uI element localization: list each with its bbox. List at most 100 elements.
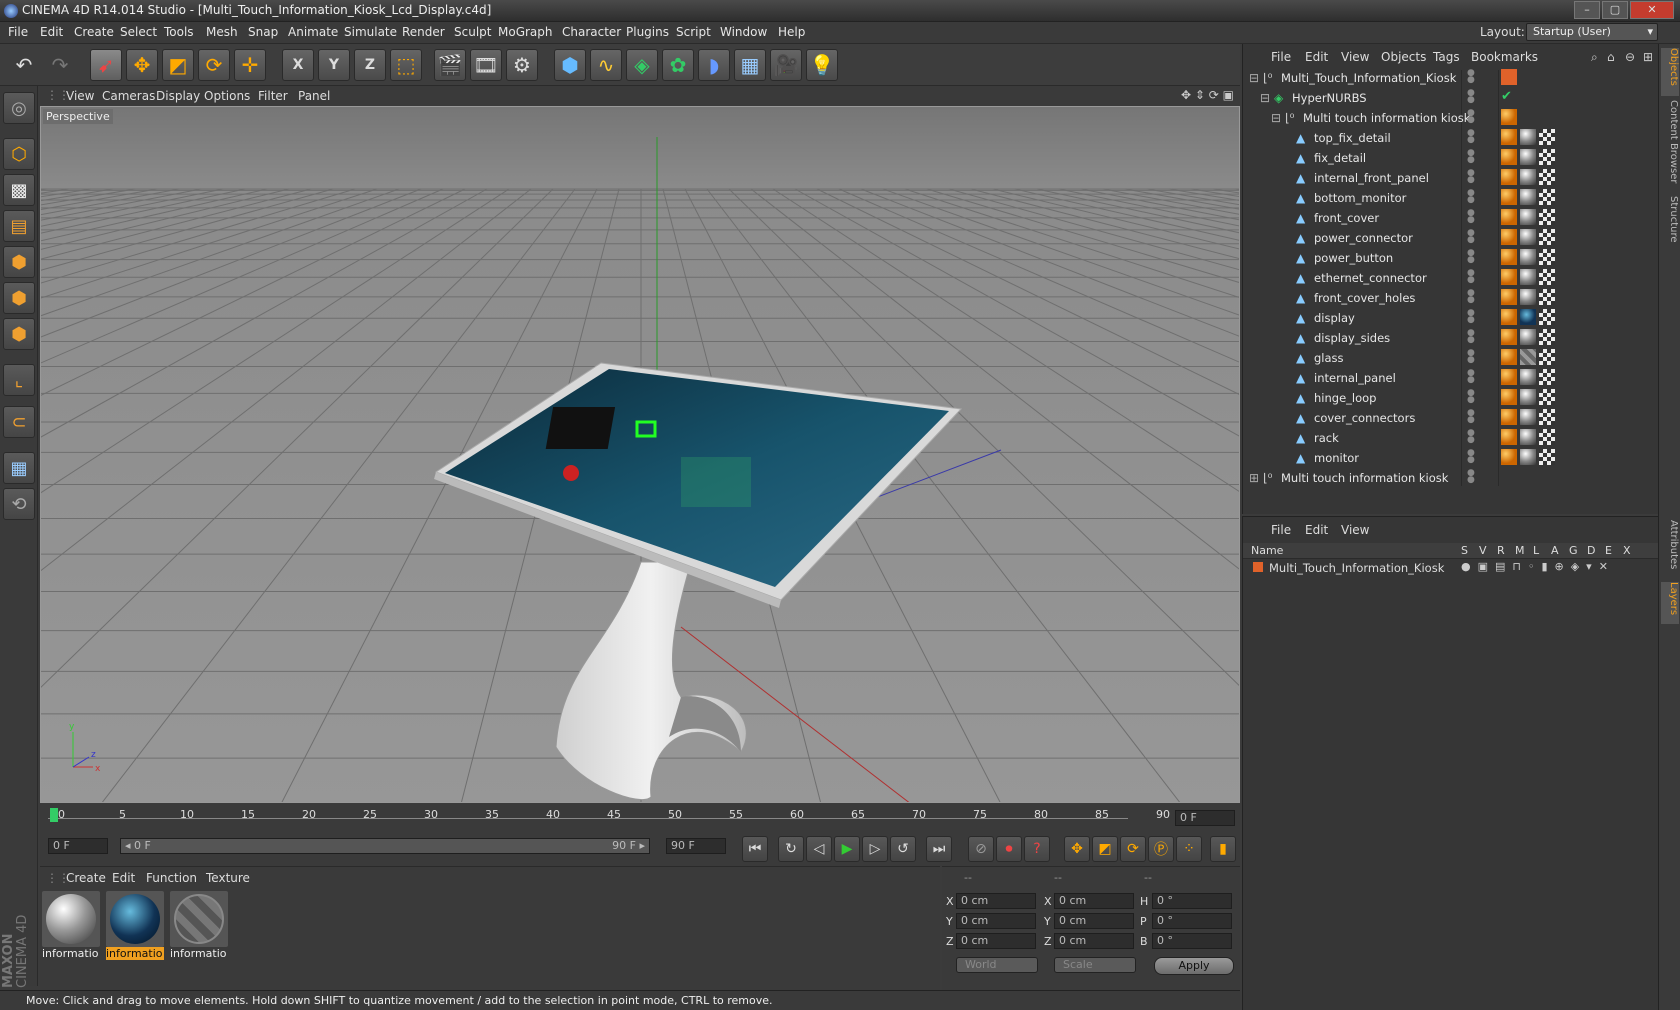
last-tool-icon[interactable]: ✛: [234, 49, 266, 81]
home-icon[interactable]: ⌂: [1607, 50, 1615, 64]
phong-tag-icon[interactable]: [1501, 209, 1517, 225]
array-icon[interactable]: ✿: [662, 49, 694, 81]
visibility-dots-icon[interactable]: ● ●: [1467, 349, 1475, 365]
menu-mesh[interactable]: Mesh: [206, 25, 238, 39]
object-tree-row[interactable]: ▲ front_cover_holes ● ●: [1243, 288, 1659, 308]
rotate-tool-icon[interactable]: ⟳: [198, 49, 230, 81]
uvw-tag-icon[interactable]: [1539, 249, 1555, 265]
uvw-tag-icon[interactable]: [1539, 309, 1555, 325]
scale-tool-icon[interactable]: ◩: [162, 49, 194, 81]
menu-animate[interactable]: Animate: [288, 25, 338, 39]
object-name[interactable]: display: [1314, 311, 1355, 325]
pos-x-field[interactable]: 0 cm: [956, 893, 1036, 909]
uvw-tag-icon[interactable]: [1539, 209, 1555, 225]
viewport-menu-display[interactable]: Display: [156, 89, 200, 103]
phong-tag-icon[interactable]: [1501, 249, 1517, 265]
redo-icon[interactable]: ↷: [44, 49, 76, 81]
uvw-tag-icon[interactable]: [1539, 329, 1555, 345]
phong-tag-icon[interactable]: [1501, 129, 1517, 145]
object-tree-row[interactable]: ▲ glass ● ●: [1243, 348, 1659, 368]
object-tree-row[interactable]: ▲ display_sides ● ●: [1243, 328, 1659, 348]
object-name[interactable]: Multi_Touch_Information_Kiosk: [1281, 71, 1456, 85]
axis-mode-icon[interactable]: ⌞: [3, 364, 35, 396]
material-tag-icon[interactable]: [1520, 149, 1536, 165]
object-tree-row[interactable]: ▲ hinge_loop ● ●: [1243, 388, 1659, 408]
cube-primitive-icon[interactable]: ⬢: [554, 49, 586, 81]
object-name[interactable]: fix_detail: [1314, 151, 1366, 165]
visibility-dots-icon[interactable]: ● ●: [1467, 469, 1475, 485]
uvw-tag-icon[interactable]: [1539, 449, 1555, 465]
search-icon[interactable]: ⌕: [1591, 50, 1598, 65]
make-editable-icon[interactable]: ◎: [3, 92, 35, 124]
menu-plugins[interactable]: Plugins: [626, 25, 669, 39]
expand-toggle-icon[interactable]: ⊟: [1271, 111, 1281, 125]
edges-mode-icon[interactable]: ⬢: [3, 282, 35, 314]
visibility-dots-icon[interactable]: ● ●: [1467, 249, 1475, 265]
phong-tag-icon[interactable]: [1501, 109, 1517, 125]
coordinate-mode-dropdown[interactable]: World: [956, 957, 1038, 973]
timeline-window-icon[interactable]: ▮: [1210, 836, 1236, 862]
visibility-dots-icon[interactable]: ● ●: [1467, 129, 1475, 145]
menu-snap[interactable]: Snap: [248, 25, 278, 39]
viewport-menu-filter[interactable]: Filter: [258, 89, 288, 103]
object-tree-row[interactable]: ▲ ethernet_connector ● ●: [1243, 268, 1659, 288]
lock-icon[interactable]: ⊖: [1625, 50, 1635, 64]
object-name[interactable]: Multi touch information kiosk: [1281, 471, 1448, 485]
uvw-tag-icon[interactable]: [1539, 369, 1555, 385]
menu-script[interactable]: Script: [676, 25, 711, 39]
material-tag-icon[interactable]: [1520, 169, 1536, 185]
viewport-nav-icons[interactable]: ✥ ⇕ ⟳ ▣: [1181, 88, 1234, 102]
menu-file[interactable]: File: [8, 25, 28, 39]
phong-tag-icon[interactable]: [1501, 149, 1517, 165]
autokey-icon[interactable]: ?: [1024, 836, 1050, 862]
pos-y-field[interactable]: 0 cm: [956, 913, 1036, 929]
uvw-tag-icon[interactable]: [1539, 429, 1555, 445]
objects-menu-file[interactable]: File: [1271, 50, 1291, 64]
minimize-button[interactable]: –: [1574, 1, 1600, 19]
layer-toggle-icons[interactable]: ●▣▤⊓◦▮⊕◈▾✕: [1461, 560, 1615, 573]
material-menu-function[interactable]: Function: [146, 871, 197, 885]
material-tag-icon[interactable]: [1520, 229, 1536, 245]
object-tree-row[interactable]: ⊞ ⌊⁰ Multi touch information kiosk ● ●: [1243, 468, 1659, 488]
visibility-dots-icon[interactable]: ● ●: [1467, 369, 1475, 385]
layer-row[interactable]: Multi_Touch_Information_Kiosk ●▣▤⊓◦▮⊕◈▾✕: [1243, 560, 1659, 578]
object-tree-row[interactable]: ▲ power_connector ● ●: [1243, 228, 1659, 248]
material-swatch-selected[interactable]: informatio: [106, 891, 164, 963]
pos-z-field[interactable]: 0 cm: [956, 933, 1036, 949]
phong-tag-icon[interactable]: [1501, 189, 1517, 205]
visibility-dots-icon[interactable]: ● ●: [1467, 109, 1475, 125]
material-tag-icon[interactable]: [1520, 389, 1536, 405]
phong-tag-icon[interactable]: [1501, 309, 1517, 325]
select-tool-icon[interactable]: ➹: [90, 49, 122, 81]
phong-tag-icon[interactable]: [1501, 329, 1517, 345]
uvw-tag-icon[interactable]: [1539, 389, 1555, 405]
menu-mograph[interactable]: MoGraph: [498, 25, 553, 39]
material-tag-icon[interactable]: [1520, 189, 1536, 205]
key-rotation-icon[interactable]: ⟳: [1120, 836, 1146, 862]
visibility-dots-icon[interactable]: ● ●: [1467, 289, 1475, 305]
layout-select[interactable]: Startup (User): [1526, 23, 1658, 41]
menu-edit[interactable]: Edit: [40, 25, 63, 39]
loop-forward-icon[interactable]: ↺: [890, 836, 916, 862]
material-tag-icon[interactable]: [1520, 429, 1536, 445]
rot-h-field[interactable]: 0 °: [1152, 893, 1232, 909]
menu-create[interactable]: Create: [74, 25, 114, 39]
start-frame-field[interactable]: 0 F: [48, 838, 108, 854]
viewport-menu-options[interactable]: Options: [204, 89, 250, 103]
playhead[interactable]: [50, 808, 58, 822]
object-name[interactable]: ethernet_connector: [1314, 271, 1427, 285]
size-x-field[interactable]: 0 cm: [1054, 893, 1134, 909]
move-tool-icon[interactable]: ✥: [126, 49, 158, 81]
object-name[interactable]: rack: [1314, 431, 1339, 445]
object-name[interactable]: internal_front_panel: [1314, 171, 1429, 185]
range-slider[interactable]: ◂ 0 F 90 F ▸: [120, 838, 650, 854]
object-name[interactable]: power_button: [1314, 251, 1393, 265]
object-name[interactable]: front_cover: [1314, 211, 1379, 225]
step-forward-icon[interactable]: ▷: [862, 836, 888, 862]
object-tree-row[interactable]: ▲ fix_detail ● ●: [1243, 148, 1659, 168]
locked-workplane-icon[interactable]: ⟲: [3, 488, 35, 520]
object-name[interactable]: power_connector: [1314, 231, 1413, 245]
object-tree-row[interactable]: ▲ cover_connectors ● ●: [1243, 408, 1659, 428]
workplane-icon[interactable]: ▤: [3, 210, 35, 242]
current-frame-field[interactable]: 0 F: [1175, 810, 1235, 826]
